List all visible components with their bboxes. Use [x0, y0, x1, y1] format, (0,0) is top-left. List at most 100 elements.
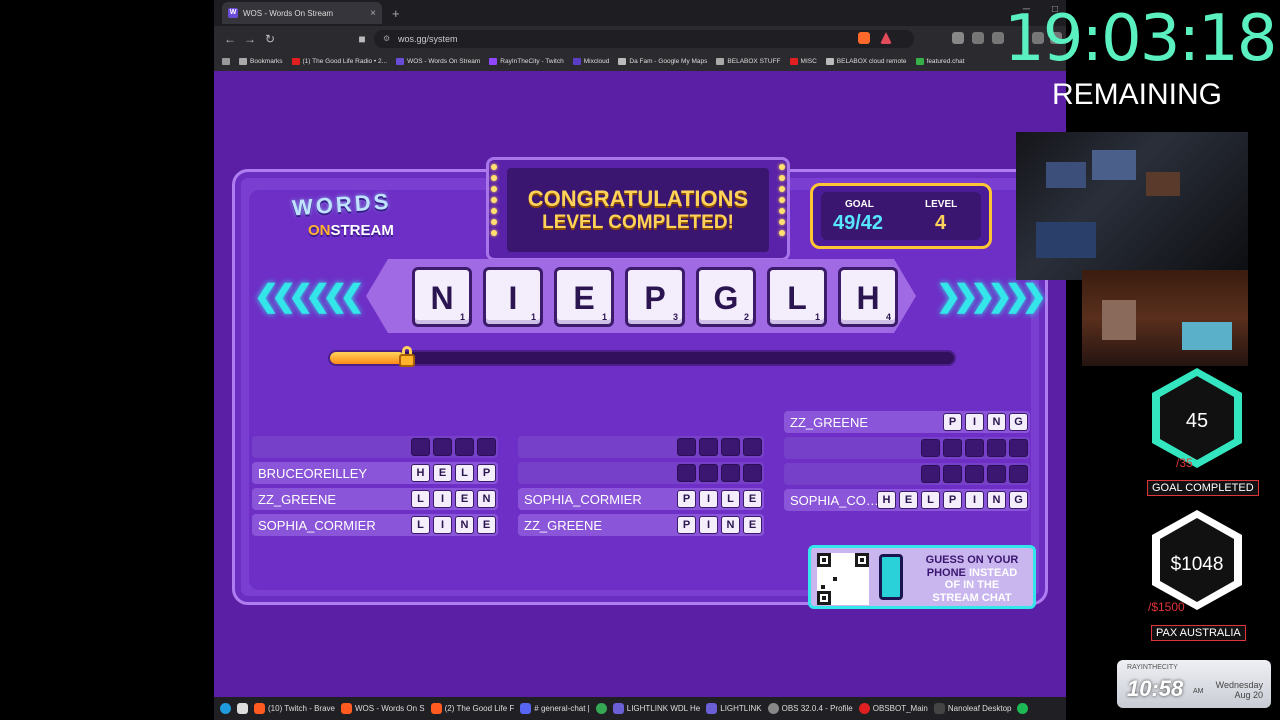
tab-bar: W WOS - Words On Stream × + ─ □: [214, 0, 1066, 26]
phone-icon: [879, 554, 903, 600]
tile-points: 1: [530, 312, 536, 322]
word-letter: N: [721, 516, 740, 534]
word-letter: E: [899, 491, 918, 509]
word-letters: HELP: [411, 464, 496, 482]
countdown-timer: 19:03:18: [1004, 2, 1277, 76]
bookmark-icon[interactable]: ■: [352, 32, 372, 46]
tile-points: 1: [814, 312, 820, 322]
media-icon[interactable]: [952, 32, 964, 44]
tile-points: 4: [885, 312, 891, 322]
bookmark-item[interactable]: (1) The Good Life Radio • 2...: [291, 57, 387, 65]
address-bar-row: ← → ↻ ■ ⚙ wos.gg/system: [214, 26, 1066, 52]
word-row: ZZ_GREENE P I N G: [784, 411, 1030, 433]
player-name: BRUCEOREILLEY: [258, 466, 368, 481]
calendar-icon[interactable]: [237, 703, 248, 714]
bookmark-item[interactable]: WOS - Words On Stream: [396, 57, 480, 65]
word-letter: N: [987, 491, 1006, 509]
taskbar-item[interactable]: (2) The Good Life F: [430, 703, 514, 714]
word-letter: [987, 439, 1006, 457]
tab-wos[interactable]: W WOS - Words On Stream ×: [222, 2, 382, 24]
player-name: SOPHIA_CO…: [790, 493, 879, 508]
word-letter: [1009, 439, 1028, 457]
donation-value: $1048: [1170, 554, 1224, 575]
taskbar-item[interactable]: LIGHTLINK: [706, 703, 762, 714]
close-tab-icon[interactable]: ×: [370, 8, 376, 19]
taskbar-item[interactable]: # general-chat |: [520, 703, 590, 714]
goal-hex-widget: 45 /35: [1142, 368, 1252, 480]
clock-widget: RAYINTHECITY 10:58 AM Wednesday Aug 20: [1117, 660, 1271, 708]
bookmark-folder[interactable]: BELABOX STUFF: [716, 57, 781, 65]
word-letter: [721, 464, 740, 482]
word-column: SOPHIA_CORMIER P I L E ZZ_GREENE P I N E: [518, 436, 764, 540]
word-letter: L: [411, 516, 430, 534]
bookmark-item[interactable]: Mixcloud: [572, 57, 609, 65]
taskbar-item[interactable]: Nanoleaf Desktop: [933, 703, 1011, 714]
word-letter: [943, 439, 962, 457]
edge-icon[interactable]: [220, 703, 231, 714]
taskbar-item[interactable]: OBS 32.0.4 - Profile: [767, 703, 853, 714]
taskbar-item[interactable]: OBSBOT_Main: [858, 703, 928, 714]
bookmark-item[interactable]: RayInTheCity - Twitch: [489, 57, 564, 65]
url-field[interactable]: ⚙ wos.gg/system: [374, 30, 914, 48]
goal-value: 49/42: [833, 212, 884, 234]
remaining-label: REMAINING: [1051, 78, 1222, 111]
word-letter: [965, 439, 984, 457]
bookmark-item[interactable]: featured.chat: [915, 57, 964, 65]
apps-icon[interactable]: [222, 57, 230, 65]
word-row: [784, 437, 1030, 459]
wallet-icon[interactable]: [992, 32, 1004, 44]
word-row: [518, 462, 764, 484]
word-row: ZZ_GREENE P I N E: [518, 514, 764, 536]
progress-fill: [330, 352, 405, 364]
words-on-stream-logo: WORDS ONSTREAM: [291, 188, 422, 248]
letter-tile: E1: [554, 267, 614, 327]
letter-tile: P3: [625, 267, 685, 327]
word-letter: E: [455, 490, 474, 508]
taskbar-item[interactable]: LIGHTLINK WDL He: [612, 703, 700, 714]
word-letter: [433, 438, 452, 456]
stream-screen: W WOS - Words On Stream × + ─ □ ← → ↻ ■ …: [0, 0, 1280, 720]
page-viewport: WORDS ONSTREAM CONGRATULATIONS LEVEL COM…: [214, 71, 1066, 697]
bookmark-item[interactable]: BELABOX cloud remote: [825, 57, 907, 65]
new-tab-button[interactable]: +: [392, 6, 400, 21]
site-info-icon[interactable]: ⚙: [383, 30, 390, 48]
word-letter: [721, 438, 740, 456]
bookmark-item[interactable]: Da Fam - Google My Maps: [618, 57, 707, 65]
chrome-icon[interactable]: [595, 703, 607, 714]
word-letter: [455, 438, 474, 456]
bookmark-item[interactable]: Bookmarks: [239, 57, 283, 65]
sidebar-icon[interactable]: [972, 32, 984, 44]
word-column: BRUCEOREILLEY H E L P ZZ_GREENE L I E N SOPHIA_COR…: [252, 436, 498, 540]
level-complete-banner: CONGRATULATIONS LEVEL COMPLETED!: [486, 157, 790, 261]
clock-channel: RAYINTHECITY: [1127, 664, 1178, 671]
banner-subtitle: LEVEL COMPLETED!: [542, 212, 734, 233]
back-icon[interactable]: ←: [220, 32, 240, 46]
word-letter: [677, 464, 696, 482]
word-letter: [943, 465, 962, 483]
letter-tile: N1: [412, 267, 472, 327]
forward-icon[interactable]: →: [240, 32, 260, 46]
windows-taskbar: (10) Twitch - Brave WOS - Words On S (2)…: [214, 697, 1066, 720]
goal-completed-tag: GOAL COMPLETED: [1147, 480, 1259, 496]
qr-code: [817, 553, 869, 605]
letter-tiles-strip: ❮❮❮❮❮❮ ❯❯❯❯❯❯ N1I1E1P3G2L1H4: [246, 259, 1047, 333]
wos-favicon-icon: W: [228, 8, 238, 18]
brave-shield-icon[interactable]: [858, 32, 870, 44]
word-letter: E: [743, 490, 762, 508]
word-letters: PING: [943, 413, 1028, 431]
donation-hex-widget: $1048 /$1500: [1142, 510, 1252, 622]
taskbar-item[interactable]: (10) Twitch - Brave: [254, 703, 335, 714]
logo-words: WORDS: [291, 188, 393, 221]
word-letter: H: [411, 464, 430, 482]
reload-icon[interactable]: ↻: [260, 32, 280, 46]
word-letter: N: [477, 490, 496, 508]
spotify-icon[interactable]: [1017, 703, 1029, 714]
taskbar-item[interactable]: WOS - Words On S: [340, 703, 425, 714]
goal-label: GOAL: [845, 199, 874, 210]
word-letter: L: [921, 491, 940, 509]
bookmark-folder[interactable]: MISC: [789, 57, 817, 65]
word-letter: I: [433, 490, 452, 508]
word-letter: [677, 438, 696, 456]
word-letters: [677, 464, 762, 482]
word-letters: [921, 439, 1028, 457]
